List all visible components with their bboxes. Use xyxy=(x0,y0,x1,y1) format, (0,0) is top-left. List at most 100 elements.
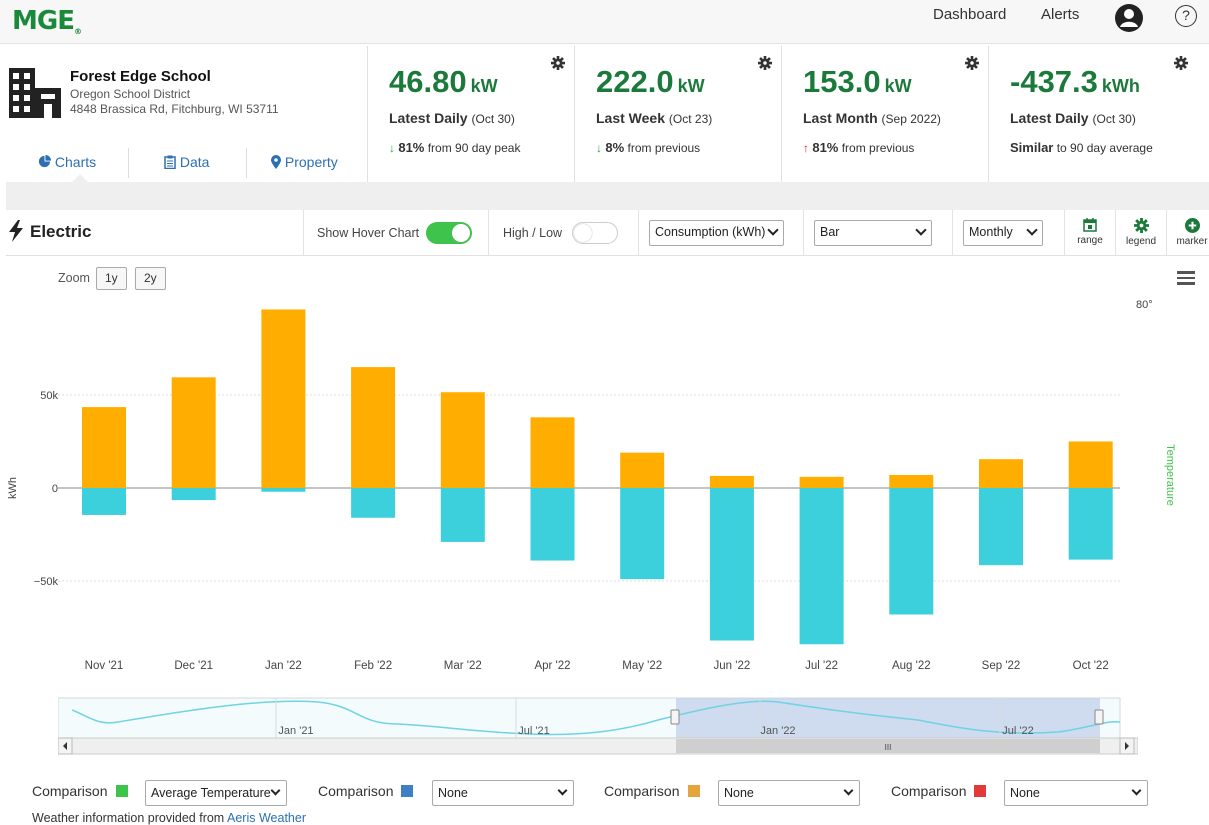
interval-select[interactable]: Monthly xyxy=(963,220,1043,246)
nav-dashboard-link[interactable]: Dashboard xyxy=(933,6,1006,23)
gear-icon[interactable] xyxy=(551,56,565,70)
y2-tick-label: 80° xyxy=(1136,299,1153,311)
logo-text: MGE xyxy=(12,6,75,36)
tab-divider xyxy=(128,148,129,178)
stat-label: Last Month (Sep 2022) xyxy=(803,110,941,126)
stat-label: Last Week (Oct 23) xyxy=(596,110,713,126)
tab-divider xyxy=(246,148,247,178)
chevron-down-icon xyxy=(1131,785,1142,796)
chevron-down-icon xyxy=(767,224,779,236)
bar-negative xyxy=(979,488,1023,566)
scrollbar-grip: III xyxy=(885,743,892,752)
section-divider xyxy=(6,182,1209,210)
property-name: Forest Edge School xyxy=(70,68,211,85)
y-tick-label: 50k xyxy=(40,390,58,402)
zoom-1y-button[interactable]: 1y xyxy=(96,267,127,290)
bar-positive xyxy=(351,367,396,488)
legend-button[interactable]: legend xyxy=(1118,218,1164,247)
comparison-swatch-blue xyxy=(401,785,413,797)
tab-property[interactable]: Property xyxy=(271,152,338,180)
bar-positive xyxy=(889,474,934,488)
lightning-bolt-icon xyxy=(9,220,23,242)
aeris-weather-link[interactable]: Aeris Weather xyxy=(227,811,306,825)
navigator-handle-left xyxy=(670,709,680,725)
x-tick-label: Nov '21 xyxy=(85,660,124,672)
comparison-swatch-green xyxy=(116,785,128,797)
stat-card-latest-daily-consumption: -437.3 kWh Latest Daily (Oct 30) Similar … xyxy=(990,46,1209,182)
x-tick-label: Feb '22 xyxy=(354,660,392,672)
gear-icon[interactable] xyxy=(965,56,979,70)
x-tick-label: Jan '22 xyxy=(265,660,302,672)
comparison-select-1[interactable]: Average Temperature xyxy=(145,780,287,806)
weather-attribution: Weather information provided from Aeris … xyxy=(32,811,306,825)
toolbar-divider xyxy=(1064,210,1065,256)
high-low-toggle[interactable] xyxy=(572,222,618,244)
tab-charts-label: Charts xyxy=(54,154,97,170)
x-tick-label: Mar '22 xyxy=(444,660,482,672)
x-tick-label: Aug '22 xyxy=(892,660,931,672)
user-account-icon[interactable] xyxy=(1114,3,1144,33)
stat-value: 222.0 kW xyxy=(596,64,705,99)
chart-menu-icon[interactable] xyxy=(1177,271,1195,285)
stat-change: ↑ 81% from previous xyxy=(803,140,915,155)
y-tick-label: −50k xyxy=(34,576,59,588)
comparison-select-3[interactable]: None xyxy=(718,780,860,806)
arrow-down-icon: ↓ xyxy=(596,141,602,155)
comparison-select-4[interactable]: None xyxy=(1004,780,1148,806)
x-tick-label: Apr '22 xyxy=(534,660,570,672)
high-low-label: High / Low xyxy=(503,226,563,240)
toolbar-divider xyxy=(1166,210,1167,256)
stat-label: Latest Daily (Oct 30) xyxy=(1010,110,1136,126)
comparison-swatch-red xyxy=(974,785,986,797)
bar-negative xyxy=(799,488,844,645)
range-button[interactable]: range xyxy=(1067,218,1113,246)
navigator-label: Jan '22 xyxy=(760,725,795,737)
hover-chart-toggle[interactable] xyxy=(426,222,472,244)
mge-logo[interactable]: MGE® xyxy=(12,6,82,36)
marker-button[interactable]: marker xyxy=(1169,218,1209,247)
gear-icon[interactable] xyxy=(1174,56,1188,70)
comparison-select-2[interactable]: None xyxy=(432,780,574,806)
comparison-label: Comparison xyxy=(891,783,967,799)
toolbar-divider xyxy=(638,210,639,256)
measure-select[interactable]: Consumption (kWh) xyxy=(649,220,784,246)
chart-navigator[interactable]: Jan '21 Jul '21 Jan '22 Jul '22 III xyxy=(58,696,1138,756)
navigator-label: Jul '21 xyxy=(518,725,549,737)
bar-positive xyxy=(261,309,306,488)
bar-negative xyxy=(351,488,396,518)
bar-positive xyxy=(530,417,575,488)
chart-type-select[interactable]: Bar xyxy=(814,220,932,246)
zoom-2y-button[interactable]: 2y xyxy=(135,267,166,290)
bar-negative xyxy=(440,488,485,542)
tab-data[interactable]: Data xyxy=(164,152,209,180)
toolbar-divider xyxy=(1115,210,1116,256)
x-tick-label: Sep '22 xyxy=(982,660,1021,672)
building-icon xyxy=(9,68,61,118)
toolbar-divider xyxy=(303,210,304,256)
bar-positive xyxy=(709,475,754,488)
x-tick-label: May '22 xyxy=(622,660,662,672)
x-tick-label: Oct '22 xyxy=(1073,660,1109,672)
gear-icon[interactable] xyxy=(758,56,772,70)
stat-label: Latest Daily (Oct 30) xyxy=(389,110,515,126)
navigator-selection xyxy=(676,698,1100,738)
chart-toolbar: Electric Show Hover Chart High / Low Con… xyxy=(6,210,1209,256)
map-pin-icon xyxy=(271,155,281,169)
stat-change: ↓ 8% from previous xyxy=(596,140,701,155)
chevron-down-icon xyxy=(1026,224,1038,236)
help-icon[interactable]: ? xyxy=(1175,5,1197,27)
property-card: Forest Edge School Oregon School Distric… xyxy=(6,46,368,182)
comparison-label: Comparison xyxy=(318,783,394,799)
toolbar-divider xyxy=(488,210,489,256)
hover-chart-label: Show Hover Chart xyxy=(317,226,420,240)
bar-positive xyxy=(1068,441,1113,488)
top-navbar: MGE® Dashboard Alerts ? xyxy=(0,0,1209,44)
arrow-down-icon: ↓ xyxy=(389,141,395,155)
navigator-label: Jul '22 xyxy=(1002,725,1033,737)
stat-value: -437.3 kWh xyxy=(1010,64,1140,99)
bar-negative xyxy=(171,488,216,501)
clipboard-icon xyxy=(164,155,176,170)
consumption-chart[interactable]: 50k0−50kkWh80°70°60°50°40°30°20°Temperat… xyxy=(0,290,1209,690)
property-address: 4848 Brassica Rd, Fitchburg, WI 53711 xyxy=(70,102,279,116)
nav-alerts-link[interactable]: Alerts xyxy=(1041,6,1079,23)
